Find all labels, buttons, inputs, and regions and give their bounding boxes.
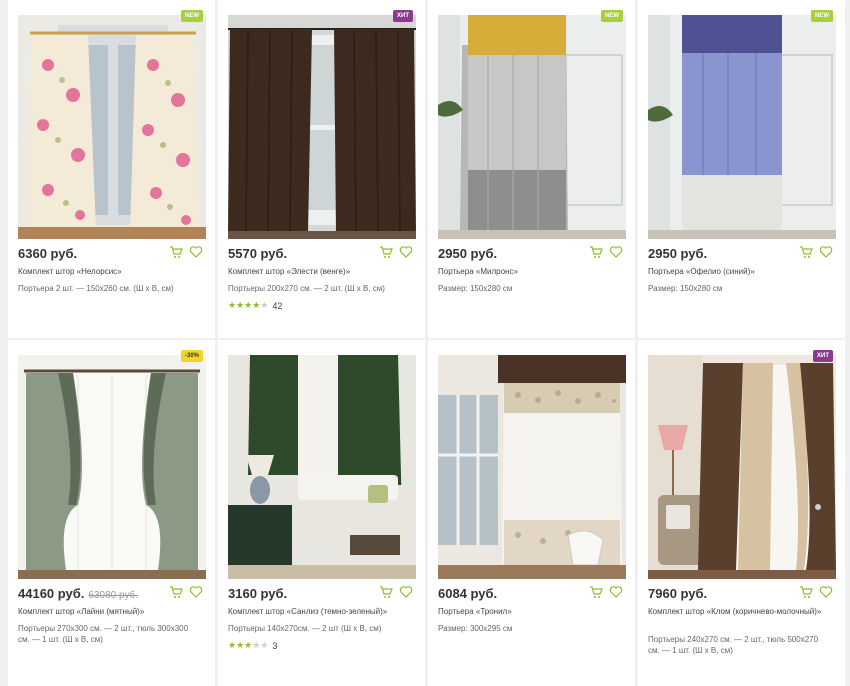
product-image[interactable]: [648, 15, 836, 239]
rating-stars: ★★★★★: [228, 640, 269, 650]
product-description: Портьера 2 шт. — 150x260 см. (Ш x В, см): [18, 284, 174, 293]
cart-icon[interactable]: [169, 585, 183, 599]
hit-badge: ХИТ: [393, 10, 413, 22]
new-badge: NEW: [811, 10, 833, 22]
product-actions: [799, 585, 833, 599]
product-description: Портьеры 140x270см. — 2 шт (Ш x В, см): [228, 624, 382, 633]
new-badge: NEW: [601, 10, 623, 22]
cart-icon[interactable]: [379, 245, 393, 259]
product-rating: ★★★★★ 3: [228, 640, 277, 651]
product-description: Размер: 300x295 см: [438, 624, 513, 633]
product-description: Размер: 150x280 см: [438, 284, 513, 293]
product-card[interactable]: NEW 2950 руб. Портьера «Офелио (синий)» …: [638, 0, 845, 338]
cart-icon[interactable]: [169, 245, 183, 259]
product-image[interactable]: [228, 15, 416, 239]
product-card[interactable]: ХИТ 7960 руб. Комплект штор «Клом (корич…: [638, 340, 845, 686]
product-actions: [379, 585, 413, 599]
rating-stars: ★★★★★: [228, 300, 269, 310]
heart-icon[interactable]: [399, 585, 413, 599]
product-image[interactable]: [438, 15, 626, 239]
product-name[interactable]: Комплект штор «Клом (коричнево-молочный)…: [648, 606, 828, 617]
product-price: 3160 руб.: [228, 586, 288, 601]
rating-count: 3: [272, 640, 278, 651]
heart-icon[interactable]: [819, 245, 833, 259]
product-name[interactable]: Портьера «Тронил»: [438, 606, 618, 617]
product-description: Портьеры 240x270 см. — 2 шт., тюль 500x2…: [648, 635, 819, 655]
product-image[interactable]: [438, 355, 626, 579]
product-image[interactable]: [648, 355, 836, 579]
product-actions: [169, 585, 203, 599]
product-card[interactable]: NEW 2950 руб. Портьера «Милронс» Размер:…: [428, 0, 635, 338]
old-price: 63080 руб.: [88, 590, 139, 601]
product-card[interactable]: 6084 руб. Портьера «Тронил» Размер: 300x…: [428, 340, 635, 686]
product-description: Портьеры 200x270 см. — 2 шт. (Ш x В, см): [228, 284, 385, 293]
discount-badge: -30%: [180, 350, 203, 362]
product-card[interactable]: NEW 6360 руб. Комплект штор «Нелорсис» П…: [8, 0, 215, 338]
rating-count: 42: [272, 300, 283, 311]
product-actions: [589, 245, 623, 259]
cart-icon[interactable]: [379, 585, 393, 599]
product-rating: ★★★★★ 42: [228, 300, 282, 311]
heart-icon[interactable]: [189, 245, 203, 259]
product-card[interactable]: 3160 руб. Комплект штор «Санлиз (темно-з…: [218, 340, 425, 686]
current-price: 44160 руб.: [18, 586, 85, 601]
product-actions: [169, 245, 203, 259]
heart-icon[interactable]: [399, 245, 413, 259]
product-name[interactable]: Комплект штор «Лайни (мятный)»: [18, 606, 198, 617]
cart-icon[interactable]: [799, 585, 813, 599]
new-badge: NEW: [181, 10, 203, 22]
product-price: 2950 руб.: [648, 246, 708, 261]
heart-icon[interactable]: [819, 585, 833, 599]
product-name[interactable]: Портьера «Офелио (синий)»: [648, 266, 828, 277]
product-name[interactable]: Портьера «Милронс»: [438, 266, 618, 277]
cart-icon[interactable]: [589, 585, 603, 599]
product-grid: NEW 6360 руб. Комплект штор «Нелорсис» П…: [0, 0, 850, 686]
cart-icon[interactable]: [799, 245, 813, 259]
cart-icon[interactable]: [589, 245, 603, 259]
heart-icon[interactable]: [609, 585, 623, 599]
product-price: 44160 руб. 63080 руб.: [18, 586, 138, 601]
product-card[interactable]: -30% 44160 руб. 63080 руб. Комплект штор …: [8, 340, 215, 686]
product-name[interactable]: Комплект штор «Санлиз (темно-зеленый)»: [228, 606, 408, 617]
product-name[interactable]: Комплект штор «Нелорсис»: [18, 266, 198, 277]
product-price: 7960 руб.: [648, 586, 708, 601]
hit-badge: ХИТ: [813, 350, 833, 362]
heart-icon[interactable]: [189, 585, 203, 599]
product-price: 6084 руб.: [438, 586, 498, 601]
product-price: 2950 руб.: [438, 246, 498, 261]
product-actions: [799, 245, 833, 259]
product-price: 6360 руб.: [18, 246, 78, 261]
product-price: 5570 руб.: [228, 246, 288, 261]
heart-icon[interactable]: [609, 245, 623, 259]
product-image[interactable]: [18, 355, 206, 579]
product-card[interactable]: ХИТ 5570 руб. Комплект штор «Элести (вен…: [218, 0, 425, 338]
product-name[interactable]: Комплект штор «Элести (венге)»: [228, 266, 408, 277]
product-description: Размер: 150x280 см: [648, 284, 723, 293]
product-actions: [589, 585, 623, 599]
product-image[interactable]: [18, 15, 206, 239]
product-image[interactable]: [228, 355, 416, 579]
product-description: Портьеры 270x300 см. — 2 шт., тюль 300x3…: [18, 624, 189, 644]
product-actions: [379, 245, 413, 259]
